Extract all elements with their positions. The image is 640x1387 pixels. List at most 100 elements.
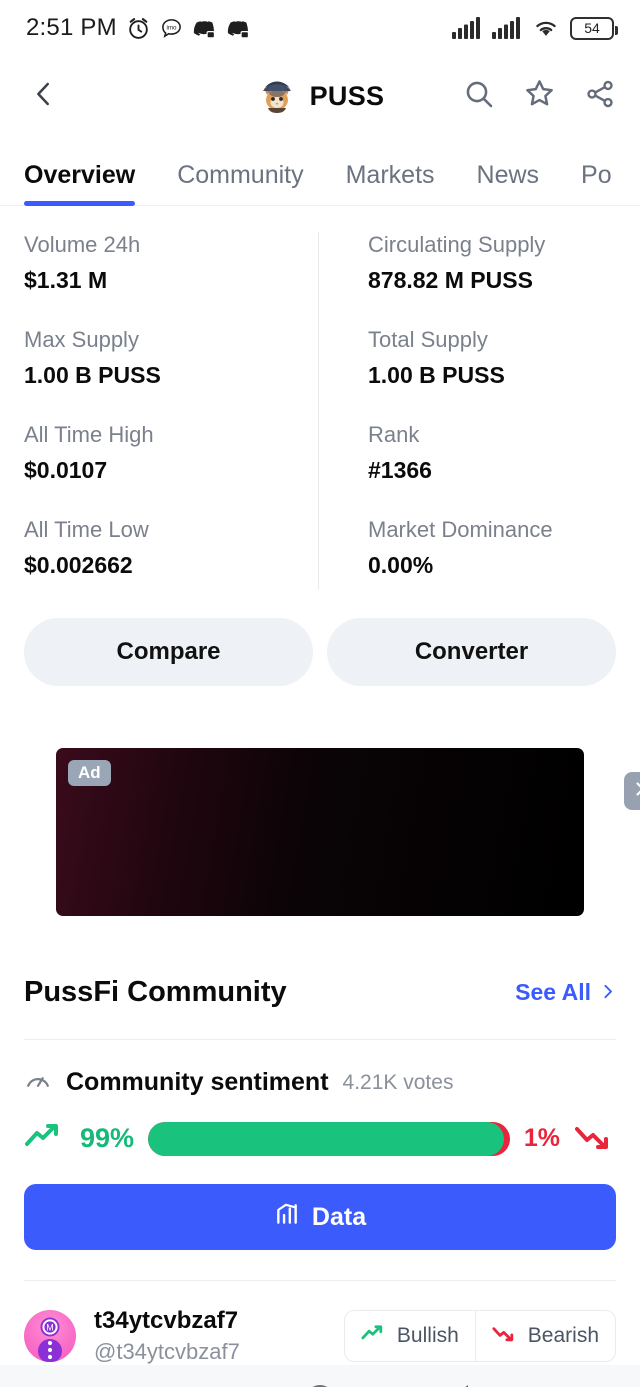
stat-all-time-low: All Time Low $0.002662 [24,517,320,579]
android-nav-bar [0,1365,640,1387]
status-bar-clock: 2:51 PM [26,14,117,41]
coin-symbol: PUSS [309,80,385,111]
ad-close-button[interactable] [624,772,640,810]
action-pill-row: Compare Converter [0,612,640,686]
stat-value: #1366 [368,457,432,483]
post-handle: @t34ytcvbzaf7 [94,1339,240,1364]
sentiment-bar-bullish-fill [148,1121,505,1156]
signal-bars-icon [492,17,522,39]
tab-news[interactable]: News [477,161,540,206]
stat-value: 1.00 B PUSS [24,362,161,388]
stats-column-divider [318,232,319,590]
stat-label: Max Supply [24,327,139,352]
stat-rank: Rank #1366 [368,422,616,484]
app-screen: 2:51 PM imo 54 PUSS Overview Community M… [0,0,640,1387]
stat-label: Volume 24h [24,232,141,257]
stat-value: 878.82 M PUSS [368,267,533,293]
sentiment-votes: 4.21K votes [342,1070,454,1094]
bar-chart-icon [274,1201,300,1234]
stat-all-time-high: All Time High $0.0107 [24,422,320,484]
bullish-percentage: 99% [80,1123,135,1153]
tab-markets[interactable]: Markets [346,161,435,206]
data-button[interactable]: Data [24,1184,616,1250]
back-button[interactable] [24,76,64,116]
stat-label: Circulating Supply [368,232,546,257]
see-all-label: See All [515,979,591,1005]
stats-column-right: Circulating Supply 878.82 M PUSS Total S… [320,232,616,612]
stat-circulating-supply: Circulating Supply 878.82 M PUSS [368,232,616,294]
discord-icon [226,16,251,41]
alarm-clock-icon [126,16,151,41]
status-bar-left: 2:51 PM imo [26,14,251,42]
data-button-label: Data [311,1202,367,1231]
bearish-percentage: 1% [523,1124,560,1152]
gauge-icon [24,1066,52,1099]
stats-column-left: Volume 24h $1.31 M Max Supply 1.00 B PUS… [24,232,320,612]
status-bar-right: 54 [452,16,618,40]
user-avatar-icon[interactable]: M [24,1310,76,1362]
wifi-icon [532,17,560,39]
stat-value: $1.31 M [24,267,108,293]
star-icon[interactable] [523,77,556,115]
chevron-right-icon [599,979,616,1006]
stat-label: Market Dominance [368,517,553,542]
stat-value: 1.00 B PUSS [368,362,505,388]
ad-badge: Ad [68,760,111,786]
header-actions [463,77,616,115]
trend-down-icon [574,1121,616,1156]
chevron-left-icon [29,79,59,114]
tab-overview[interactable]: Overview [24,161,136,206]
status-bar: 2:51 PM imo 54 [0,0,640,56]
stat-max-supply: Max Supply 1.00 B PUSS [24,327,320,389]
post-username: t34ytcvbzaf7 [94,1307,239,1334]
tab-bar: Overview Community Markets News Po [0,136,640,206]
stat-value: $0.002662 [24,552,133,578]
battery-level: 54 [584,20,600,36]
puss-cat-logo-icon [256,75,298,117]
bearish-vote-label: Bearish [527,1324,599,1347]
bullish-vote-label: Bullish [396,1324,459,1347]
post-user-info: t34ytcvbzaf7 @t34ytcvbzaf7 [94,1307,240,1365]
stat-label: Total Supply [368,327,488,352]
stat-value: 0.00% [368,552,434,578]
bullish-vote-button[interactable]: Bullish [345,1311,475,1361]
stat-volume-24h: Volume 24h $1.31 M [24,232,320,294]
converter-button[interactable]: Converter [327,618,616,686]
app-header: PUSS [0,56,640,136]
close-icon [633,779,640,804]
sentiment-vote-group: Bullish Bearish [343,1310,616,1362]
ad-container: Ad [0,686,640,916]
trend-down-icon [492,1323,518,1349]
signal-bars-icon [452,17,482,39]
ad-banner[interactable]: Ad [56,748,584,916]
discord-icon [192,16,217,41]
sentiment-bar-row: 99% 1% [24,1099,616,1156]
community-section: PussFi Community See All Community senti… [0,916,640,1365]
community-title: PussFi Community [24,976,287,1008]
sentiment-header: Community sentiment 4.21K votes [24,1040,616,1099]
see-all-link[interactable]: See All [515,979,616,1006]
stat-total-supply: Total Supply 1.00 B PUSS [368,327,616,389]
share-icon[interactable] [584,78,616,115]
sentiment-bar [148,1121,510,1156]
svg-text:M: M [46,1323,54,1333]
trend-up-icon [361,1323,387,1349]
tab-portfolio[interactable]: Po [581,161,612,206]
imo-app-icon: imo [160,17,183,40]
tab-community[interactable]: Community [177,161,303,206]
compare-button[interactable]: Compare [24,618,313,686]
stat-label: All Time Low [24,517,149,542]
community-header: PussFi Community See All [24,976,616,1009]
community-post-row: M t34ytcvbzaf7 @t34ytcvbzaf7 Bullish Bea… [24,1281,616,1365]
svg-text:imo: imo [166,24,177,31]
sentiment-title: Community sentiment [66,1068,329,1096]
trend-up-icon [24,1121,66,1156]
stat-market-dominance: Market Dominance 0.00% [368,517,616,579]
stats-grid: Volume 24h $1.31 M Max Supply 1.00 B PUS… [0,206,640,612]
stat-label: All Time High [24,422,154,447]
battery-icon: 54 [570,16,618,40]
bearish-vote-button[interactable]: Bearish [476,1311,615,1361]
stat-value: $0.0107 [24,457,108,483]
search-icon[interactable] [463,78,495,115]
stat-label: Rank [368,422,420,447]
